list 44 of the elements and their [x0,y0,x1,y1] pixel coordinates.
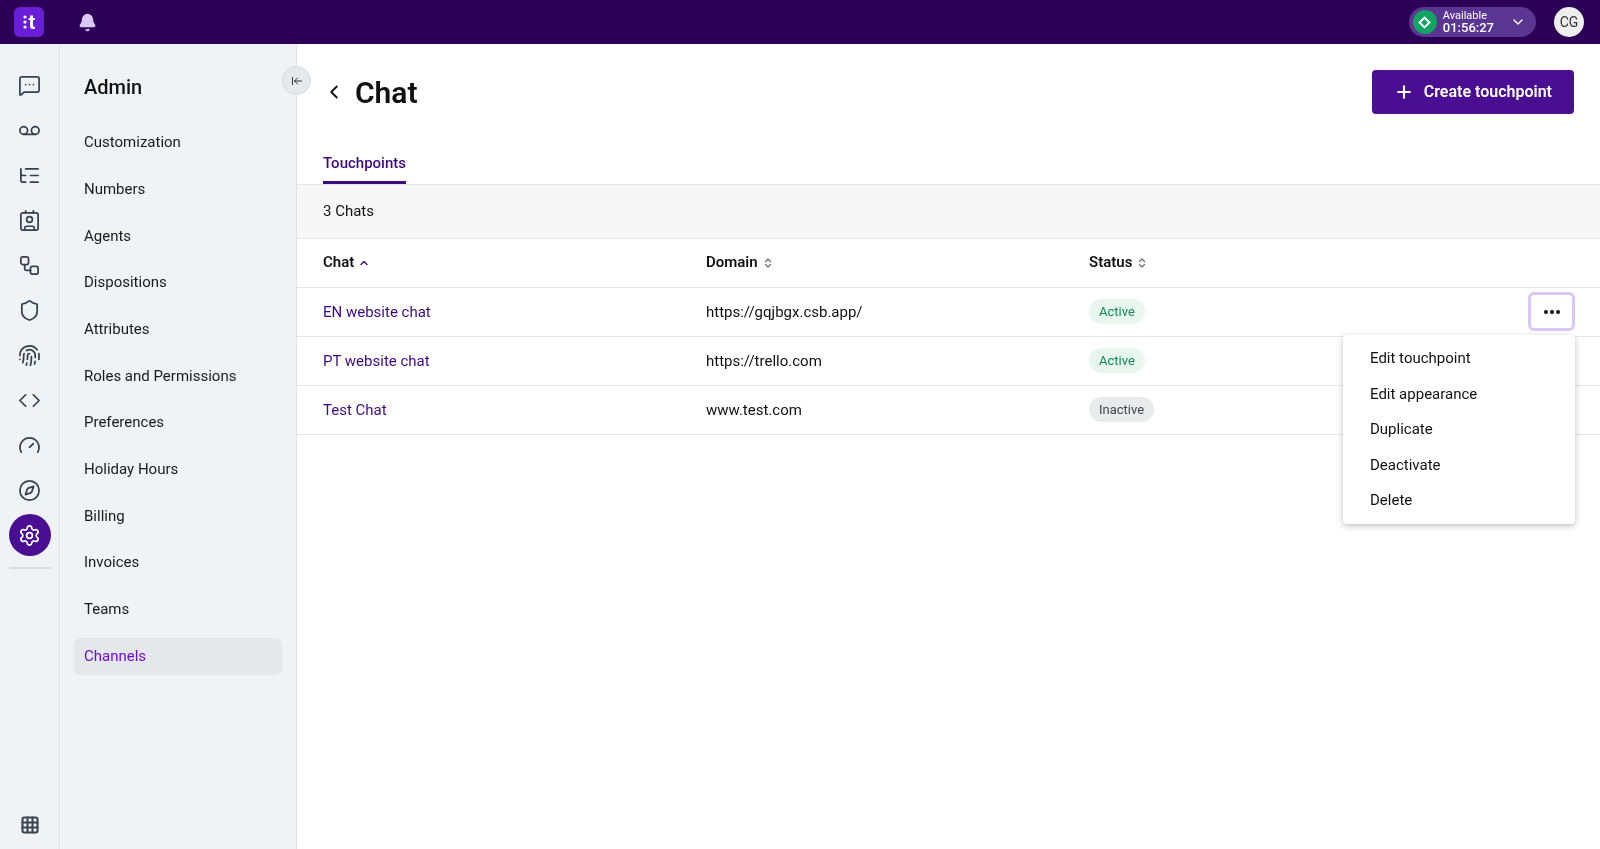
column-header[interactable]: Chat [323,251,355,274]
create-touchpoint-button[interactable]: Create touchpoint [1371,70,1574,114]
dots-icon [22,15,27,29]
table-cell: https://trello.com [706,351,822,370]
more-icon [1543,309,1560,314]
sidebar-item[interactable]: Channels [74,637,282,675]
collapse-icon [290,74,303,87]
sidebar-item[interactable]: Billing [74,497,282,535]
sidebar-item[interactable]: Roles and Permissions [74,357,282,395]
sidebar-item[interactable]: Attributes [74,310,282,348]
status-timer: 01:56:27 [1442,21,1494,34]
page-title: Chat [355,73,418,112]
menu-item[interactable]: Edit appearance [1343,376,1575,412]
column-header[interactable]: Domain [706,251,758,274]
status-badge: Inactive [1089,396,1155,423]
sidebar-item[interactable]: Customization [74,124,282,161]
apps-grid-icon[interactable] [19,815,40,835]
chat-link[interactable]: PT website chat [323,351,430,370]
sidebar-title: Admin [83,74,144,101]
sidebar-item[interactable]: Teams [74,590,282,628]
sidebar-item[interactable]: Preferences [74,404,282,442]
table-cell: https://gqjbgx.csb.app/ [706,302,863,321]
chat-count: 3 Chats [323,200,374,222]
menu-item[interactable]: Delete [1343,482,1575,518]
status-selector[interactable]: Available 01:56:27 [1408,7,1536,37]
chat-link[interactable]: EN website chat [323,302,431,321]
menu-item[interactable]: Deactivate [1343,447,1575,483]
logo[interactable]: t [14,7,44,37]
status-badge: Active [1089,298,1145,325]
table-cell: www.test.com [706,400,802,419]
bell-icon[interactable] [78,12,97,32]
status-label: Available [1442,10,1487,21]
sidebar-item[interactable]: Dispositions [74,264,282,302]
sidebar-item[interactable]: Numbers [74,170,282,208]
menu-item[interactable]: Edit touchpoint [1343,340,1575,376]
sidebar-item[interactable]: Agents [74,217,282,255]
chat-link[interactable]: Test Chat [323,400,387,419]
status-badge: Active [1089,347,1145,374]
sidebar-item[interactable]: Holiday Hours [74,450,282,488]
menu-item[interactable]: Duplicate [1343,411,1575,447]
settings-icon[interactable] [8,514,51,556]
column-header[interactable]: Status [1089,251,1133,274]
sidebar-item[interactable]: Invoices [74,544,282,582]
user-avatar[interactable]: CG [1554,7,1584,37]
